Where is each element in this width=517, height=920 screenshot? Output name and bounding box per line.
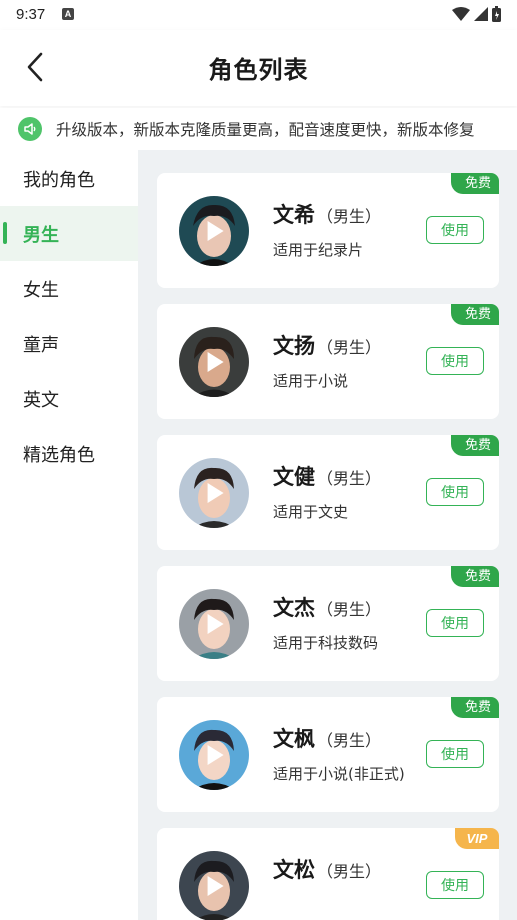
voice-avatar-play[interactable] (179, 458, 249, 528)
category-sidebar: 我的角色 男生 女生 童声 英文 精选角色 (0, 150, 138, 920)
sidebar-item-featured[interactable]: 精选角色 (0, 426, 138, 481)
wifi-icon (452, 7, 470, 21)
sidebar-item-male[interactable]: 男生 (0, 206, 138, 261)
speaker-icon (18, 117, 42, 141)
app-header: 角色列表 (0, 30, 517, 106)
sidebar-item-my-roles[interactable]: 我的角色 (0, 151, 138, 206)
notification-a-icon: A (62, 8, 74, 20)
voice-card: 文希 （男生） 适用于纪录片 使用 免费 (157, 173, 499, 288)
voice-gender: （男生） (317, 469, 382, 488)
voice-desc: 适用于纪录片 (273, 241, 364, 259)
voice-desc: 适用于小说 (273, 372, 349, 390)
sidebar-item-child[interactable]: 童声 (0, 316, 138, 371)
voice-name: 文杰 （男生） (273, 596, 382, 620)
sidebar-item-label: 童声 (23, 334, 59, 356)
voice-gender: （男生） (317, 338, 382, 357)
voice-list: 文希 （男生） 适用于纪录片 使用 免费 文扬 （男生） 适用于小说 使用 免费 文… (138, 150, 517, 920)
status-time: 9:37 (16, 6, 46, 23)
voice-desc: 适用于小说(非正式) (273, 765, 405, 783)
voice-avatar-play[interactable] (179, 327, 249, 397)
voice-card: 文健 （男生） 适用于文史 使用 免费 (157, 435, 499, 550)
free-badge: 免费 (450, 566, 499, 587)
play-icon (207, 221, 224, 241)
voice-avatar-play[interactable] (179, 196, 249, 266)
use-button[interactable]: 使用 (426, 478, 484, 506)
voice-card: 文松 （男生） 使用 VIP (157, 828, 499, 920)
voice-gender: （男生） (317, 600, 382, 619)
sidebar-item-label: 精选角色 (23, 444, 95, 466)
voice-name: 文扬 （男生） (273, 334, 382, 358)
voice-card: 文杰 （男生） 适用于科技数码 使用 免费 (157, 566, 499, 681)
status-bar: 9:37 A (0, 0, 517, 30)
sidebar-item-label: 女生 (23, 279, 59, 301)
notice-text: 升级版本，新版本克隆质量更高，配音速度更快，新版本修复 (56, 121, 475, 139)
voice-card: 文枫 （男生） 适用于小说(非正式) 使用 免费 (157, 697, 499, 812)
free-badge: 免费 (450, 173, 499, 194)
voice-name: 文松 （男生） (273, 858, 382, 882)
use-button[interactable]: 使用 (426, 740, 484, 768)
battery-icon (492, 6, 501, 22)
voice-name: 文希 （男生） (273, 203, 382, 227)
voice-desc: 适用于科技数码 (273, 634, 379, 652)
voice-gender: （男生） (317, 862, 382, 881)
vip-badge: VIP (455, 828, 499, 849)
voice-avatar-play[interactable] (179, 851, 249, 920)
sidebar-item-english[interactable]: 英文 (0, 371, 138, 426)
sidebar-item-label: 英文 (23, 389, 59, 411)
play-icon (207, 614, 224, 634)
sidebar-item-female[interactable]: 女生 (0, 261, 138, 316)
notice-bar: 升级版本，新版本克隆质量更高，配音速度更快，新版本修复 (0, 108, 517, 150)
voice-gender: （男生） (317, 207, 382, 226)
voice-name: 文枫 （男生） (273, 727, 382, 751)
sidebar-item-label: 男生 (23, 224, 59, 246)
free-badge: 免费 (450, 435, 499, 456)
voice-avatar-play[interactable] (179, 720, 249, 790)
status-icons (452, 6, 501, 22)
voice-gender: （男生） (317, 731, 382, 750)
signal-icon (474, 7, 488, 21)
play-icon (207, 745, 224, 765)
voice-avatar-play[interactable] (179, 589, 249, 659)
sidebar-item-label: 我的角色 (23, 169, 95, 191)
use-button[interactable]: 使用 (426, 347, 484, 375)
play-icon (207, 483, 224, 503)
voice-name: 文健 （男生） (273, 465, 382, 489)
use-button[interactable]: 使用 (426, 609, 484, 637)
play-icon (207, 876, 224, 896)
voice-desc: 适用于文史 (273, 503, 349, 521)
free-badge: 免费 (450, 697, 499, 718)
page-title: 角色列表 (208, 56, 309, 84)
use-button[interactable]: 使用 (426, 216, 484, 244)
free-badge: 免费 (450, 304, 499, 325)
use-button[interactable]: 使用 (426, 871, 484, 899)
play-icon (207, 352, 224, 372)
voice-card: 文扬 （男生） 适用于小说 使用 免费 (157, 304, 499, 419)
